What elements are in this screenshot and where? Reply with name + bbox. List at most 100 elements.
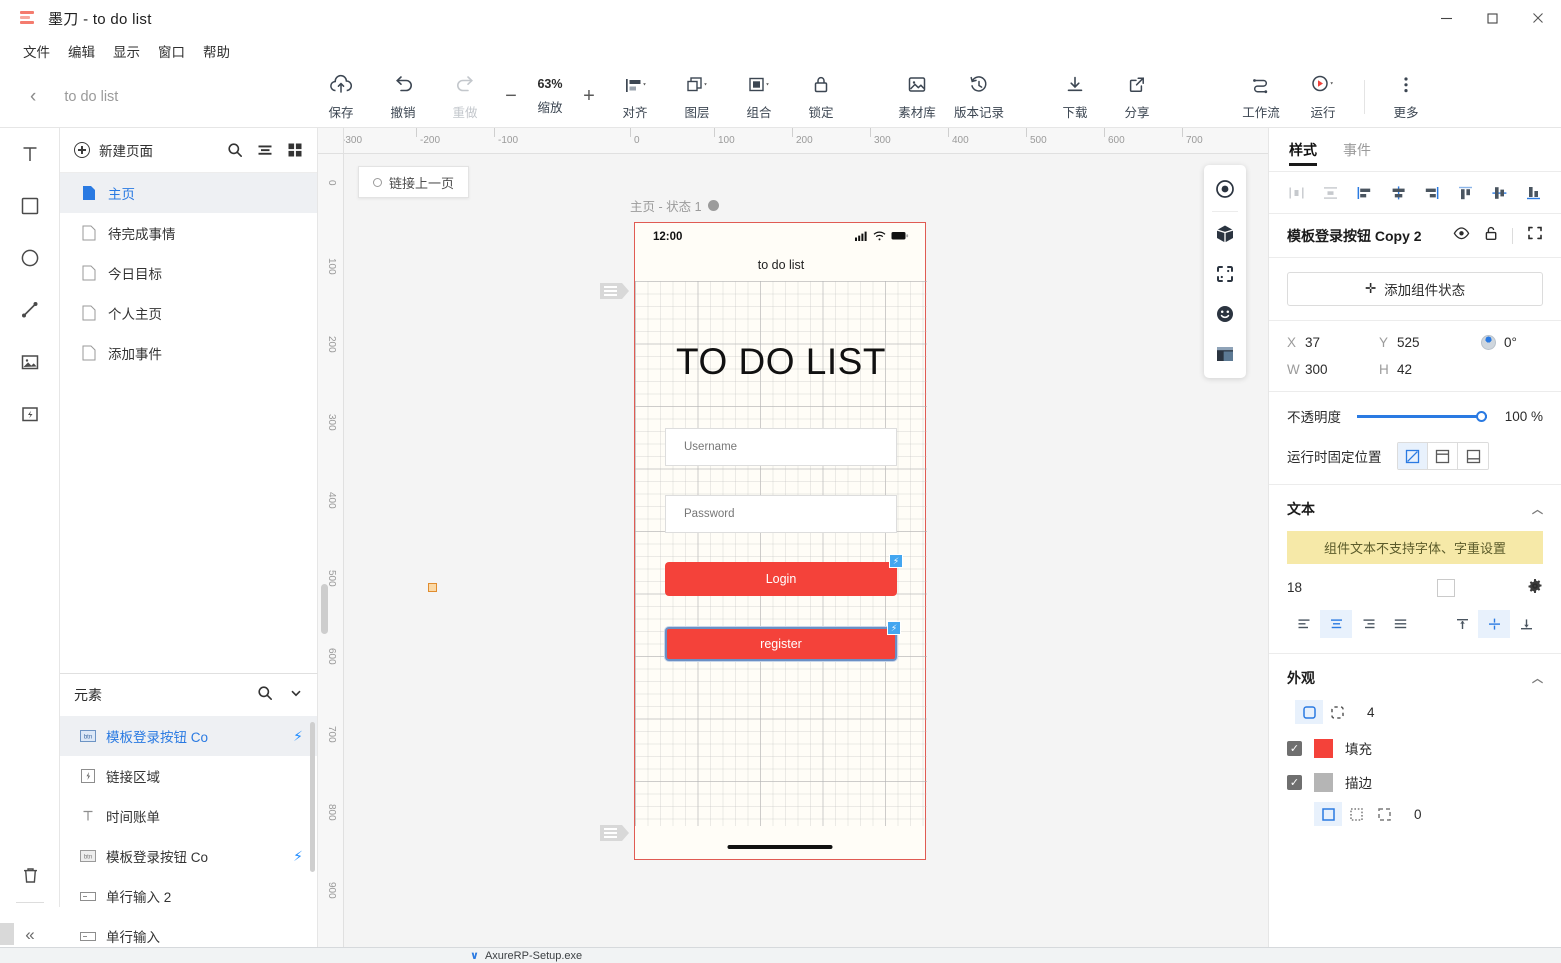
corner-individual-icon[interactable]: [1323, 700, 1351, 724]
h-value[interactable]: 42: [1397, 362, 1412, 377]
login-button[interactable]: Login ⚡: [665, 554, 903, 596]
stroke-checkbox[interactable]: ✓: [1287, 774, 1302, 790]
font-size-value[interactable]: 18: [1287, 580, 1437, 595]
download-button[interactable]: 下载: [1044, 69, 1106, 125]
search-icon[interactable]: [227, 142, 243, 158]
gear-icon[interactable]: [707, 200, 719, 211]
history-button[interactable]: 版本记录: [948, 69, 1010, 125]
more-button[interactable]: 更多: [1375, 69, 1437, 125]
stroke-color-swatch[interactable]: [1314, 772, 1333, 792]
align-bottom-icon[interactable]: [1517, 178, 1549, 208]
stroke-dashed-icon[interactable]: [1370, 802, 1398, 826]
rotation-value[interactable]: 0°: [1504, 335, 1517, 350]
element-item-input-2[interactable]: 单行输入 2: [60, 876, 317, 916]
elements-search-icon[interactable]: [257, 685, 273, 706]
fill-checkbox[interactable]: ✓: [1287, 740, 1302, 756]
element-item-login-btn-copy[interactable]: btn 模板登录按钮 Co ⚡: [60, 716, 317, 756]
save-button[interactable]: 保存: [310, 69, 372, 125]
distribute-horizontal-icon[interactable]: [1281, 178, 1313, 208]
text-valign-middle-icon[interactable]: [1478, 610, 1510, 638]
page-item-profile[interactable]: 个人主页: [60, 293, 317, 333]
canvas-area[interactable]: -300 -200 -100 0 100 200 300 400 500 600…: [318, 128, 1268, 963]
text-align-left-icon[interactable]: [1288, 610, 1320, 638]
stroke-solid-icon[interactable]: [1314, 802, 1342, 826]
interaction-tool-button[interactable]: [0, 388, 60, 440]
fixed-none-option[interactable]: [1398, 443, 1428, 469]
x-field[interactable]: X 37: [1287, 335, 1379, 350]
height-field[interactable]: H 42: [1379, 362, 1471, 377]
username-input[interactable]: Username: [665, 428, 897, 466]
target-icon[interactable]: [1204, 169, 1246, 209]
unlock-icon[interactable]: [1484, 226, 1498, 246]
workflow-button[interactable]: 工作流: [1230, 69, 1292, 125]
rect-tool-button[interactable]: [0, 180, 60, 232]
trash-button[interactable]: [0, 852, 60, 898]
page-item-home[interactable]: 主页: [60, 173, 317, 213]
page-item-todo[interactable]: 待完成事情: [60, 213, 317, 253]
stroke-dotted-icon[interactable]: [1342, 802, 1370, 826]
text-align-right-icon[interactable]: [1352, 610, 1384, 638]
rotation-knob-icon[interactable]: [1481, 335, 1496, 350]
tab-style[interactable]: 样式: [1289, 128, 1317, 172]
element-item-hotspot[interactable]: 链接区域: [60, 756, 317, 796]
element-item-login-btn-copy-2[interactable]: btn 模板登录按钮 Co ⚡: [60, 836, 317, 876]
fixed-bottom-option[interactable]: [1458, 443, 1488, 469]
password-input[interactable]: Password: [665, 495, 897, 533]
note-flag-icon[interactable]: [600, 825, 629, 841]
cube-icon[interactable]: [1204, 214, 1246, 254]
x-value[interactable]: 37: [1305, 335, 1320, 350]
text-valign-top-icon[interactable]: [1446, 610, 1478, 638]
chevron-down-icon[interactable]: [289, 686, 303, 705]
zoom-in-button[interactable]: +: [576, 82, 602, 112]
text-align-justify-icon[interactable]: [1384, 610, 1416, 638]
chevron-up-icon[interactable]: ︿: [1532, 501, 1543, 517]
note-flag-icon[interactable]: [600, 283, 629, 299]
link-previous-page-pill[interactable]: 链接上一页: [358, 166, 470, 198]
share-button[interactable]: 分享: [1106, 69, 1168, 125]
interaction-bolt-icon[interactable]: ⚡: [889, 554, 903, 568]
y-field[interactable]: Y 525: [1379, 335, 1471, 350]
page-item-goals[interactable]: 今日目标: [60, 253, 317, 293]
text-align-center-icon[interactable]: [1320, 610, 1352, 638]
redo-button[interactable]: 重做: [434, 69, 496, 125]
ellipse-tool-button[interactable]: [0, 232, 60, 284]
menu-window[interactable]: 窗口: [149, 38, 194, 64]
chevron-up-icon[interactable]: ︿: [1532, 670, 1543, 686]
fill-color-swatch[interactable]: [1314, 738, 1333, 758]
align-left-icon[interactable]: [1349, 178, 1381, 208]
undo-button[interactable]: 撤销: [372, 69, 434, 125]
distribute-vertical-icon[interactable]: [1315, 178, 1347, 208]
sort-icon[interactable]: [257, 142, 273, 158]
menu-edit[interactable]: 编辑: [59, 38, 104, 64]
align-center-horizontal-icon[interactable]: [1382, 178, 1414, 208]
align-top-icon[interactable]: [1450, 178, 1482, 208]
add-page-icon[interactable]: [74, 142, 90, 158]
page-item-add-event[interactable]: 添加事件: [60, 333, 317, 373]
corner-radius-value[interactable]: 4: [1367, 705, 1375, 720]
layer-button[interactable]: 图层: [666, 69, 728, 125]
run-button[interactable]: 运行: [1292, 69, 1354, 125]
visibility-eye-icon[interactable]: [1453, 226, 1470, 245]
align-button[interactable]: 对齐: [604, 69, 666, 125]
grid-view-icon[interactable]: [287, 142, 303, 158]
component-icon[interactable]: [1204, 254, 1246, 294]
maximize-button[interactable]: [1469, 0, 1515, 36]
close-button[interactable]: [1515, 0, 1561, 36]
phone-big-title[interactable]: TO DO LIST: [635, 341, 927, 383]
interaction-bolt-icon[interactable]: ⚡: [887, 621, 901, 635]
vertical-scrollbar-thumb[interactable]: [321, 584, 328, 634]
align-right-icon[interactable]: [1416, 178, 1448, 208]
menu-view[interactable]: 显示: [104, 38, 149, 64]
stroke-width-value[interactable]: 0: [1414, 807, 1422, 822]
zoom-value[interactable]: 63%: [537, 77, 562, 91]
menu-file[interactable]: 文件: [14, 38, 59, 64]
assets-button[interactable]: 素材库: [886, 69, 948, 125]
corner-all-icon[interactable]: [1295, 700, 1323, 724]
phone-artboard[interactable]: 12:00 to do list TO DO LIST Username Pas…: [634, 222, 927, 860]
line-tool-button[interactable]: [0, 284, 60, 336]
rotation-field[interactable]: 0°: [1481, 335, 1517, 350]
back-button[interactable]: ‹: [20, 80, 46, 114]
download-item[interactable]: ∨ AxureRP-Setup.exe: [470, 949, 582, 963]
image-tool-button[interactable]: [0, 336, 60, 388]
add-component-state-button[interactable]: ✛ 添加组件状态: [1287, 272, 1543, 306]
